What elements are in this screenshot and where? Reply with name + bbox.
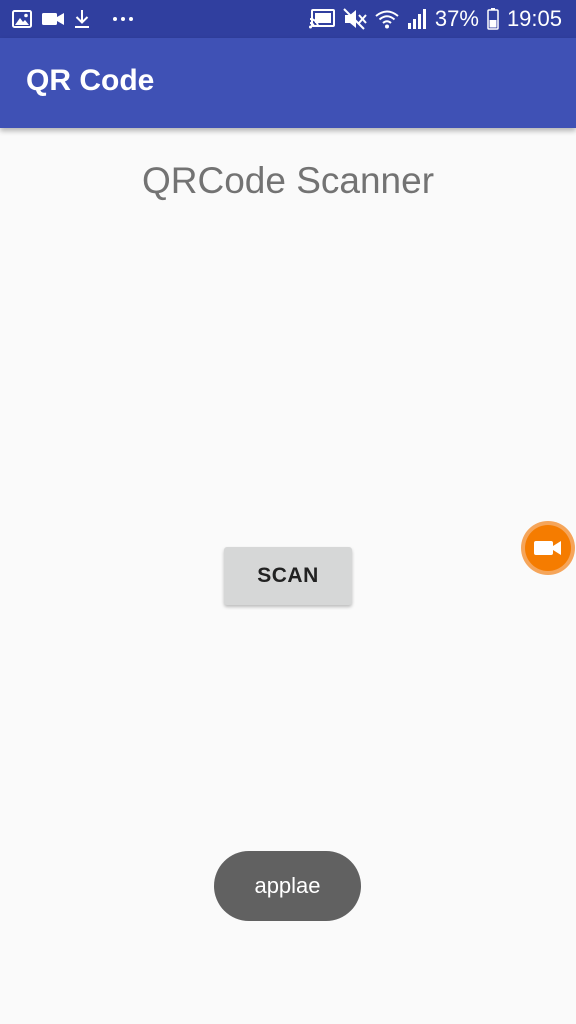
screen: 37% 19:05 QR Code QRCode Scanner SCAN ap… [0,0,576,1024]
status-bar-left [12,8,134,30]
battery-icon [487,8,499,30]
floating-record-button[interactable] [521,521,575,575]
page-heading: QRCode Scanner [141,160,435,201]
more-dots-icon [112,16,134,22]
signal-icon [407,9,427,29]
cast-icon [308,9,335,29]
status-bar: 37% 19:05 [0,0,576,38]
video-camera-icon [534,539,562,557]
status-bar-right: 37% 19:05 [308,6,562,32]
clock: 19:05 [506,6,562,31]
app-title: QR Code [26,64,155,97]
toast-message: applae [214,851,361,921]
app-bar: QR Code [0,38,576,128]
video-camera-icon [42,11,64,27]
mute-icon [343,8,367,30]
battery-percent: 37% [434,6,479,31]
gallery-icon [12,10,32,28]
floating-record-inner [525,525,571,571]
wifi-icon [375,9,399,29]
download-icon [74,9,90,29]
scan-button[interactable]: SCAN [224,547,352,605]
